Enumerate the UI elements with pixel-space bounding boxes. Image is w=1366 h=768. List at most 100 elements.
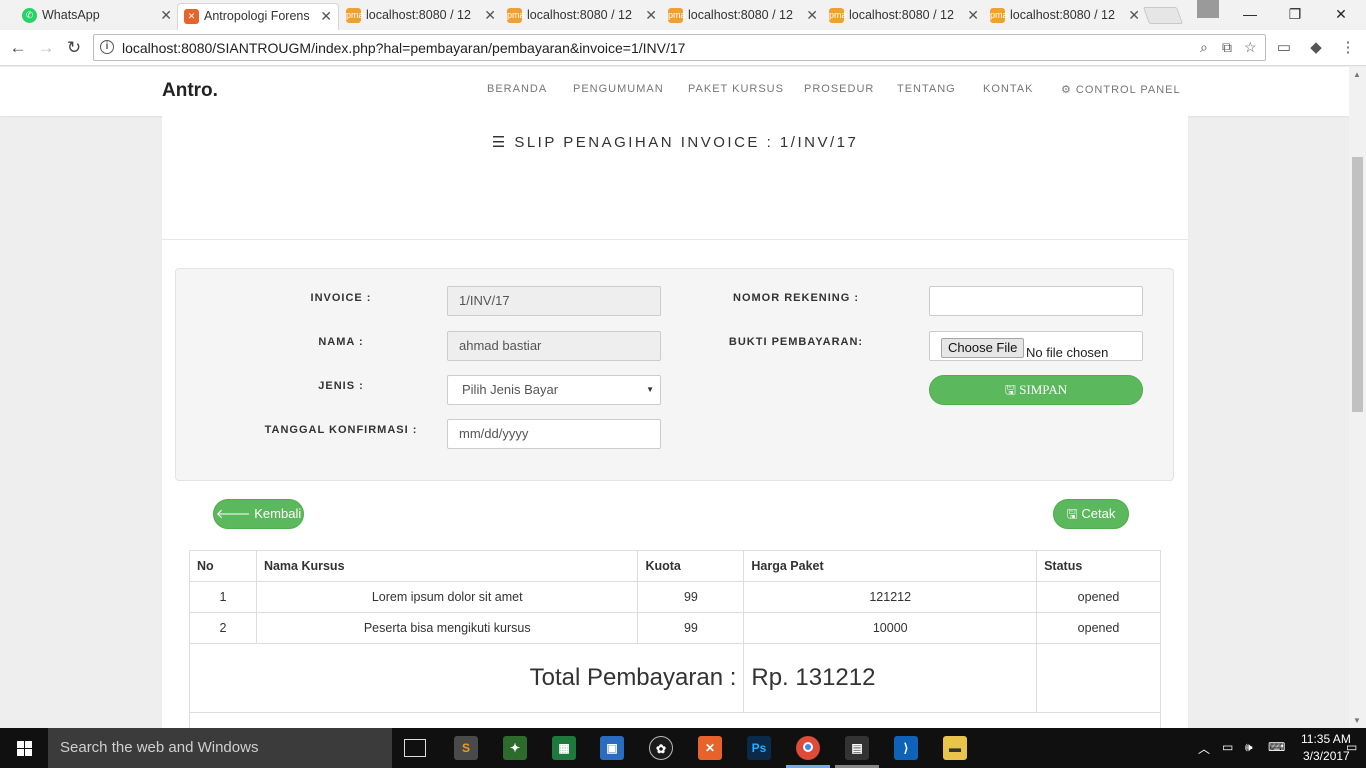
- forward-arrow-icon[interactable]: →: [35, 37, 57, 59]
- cell-harga: 10000: [743, 612, 1038, 644]
- payment-form: INVOICE : 1/INV/17 NAMA : ahmad bastiar …: [175, 268, 1174, 481]
- browser-tab-phpmyadmin[interactable]: pma localhost:8080 / 12 ✕: [340, 3, 502, 30]
- phpmyadmin-icon: pma: [346, 8, 364, 23]
- photoshop-icon[interactable]: Ps: [747, 736, 771, 760]
- nav-tentang[interactable]: TENTANG: [897, 83, 956, 95]
- divider: [162, 239, 1188, 240]
- total-empty-cell: [1036, 643, 1161, 713]
- minimize-icon[interactable]: —: [1227, 0, 1273, 28]
- scrollbar-thumb[interactable]: [1352, 157, 1363, 412]
- tab-title: localhost:8080 / 12: [688, 8, 793, 22]
- table-header-row: No Nama Kursus Kuota Harga Paket Status: [189, 550, 1161, 582]
- kembali-button[interactable]: 🡐 Kembali: [213, 499, 304, 529]
- cell-no: 1: [189, 581, 257, 613]
- cell-status: opened: [1036, 612, 1161, 644]
- cell-kuota: 99: [637, 581, 745, 613]
- profile-icon[interactable]: [1197, 0, 1219, 18]
- nav-kontak[interactable]: KONTAK: [983, 83, 1033, 95]
- sublime-text-icon[interactable]: S: [454, 736, 478, 760]
- browser-tab-phpmyadmin[interactable]: pma localhost:8080 / 12 ✕: [984, 3, 1146, 30]
- close-icon[interactable]: ✕: [320, 4, 332, 29]
- tanggal-input[interactable]: mm/dd/yyyy: [447, 419, 661, 449]
- task-view-icon[interactable]: [404, 739, 426, 757]
- nav-beranda[interactable]: BERANDA: [487, 83, 547, 95]
- scroll-down-icon[interactable]: ▼: [1353, 716, 1361, 725]
- zoom-icon[interactable]: ⌕: [1200, 39, 1208, 56]
- site-brand[interactable]: Antro.: [162, 80, 218, 102]
- clock-date[interactable]: 3/3/2017: [1303, 749, 1350, 763]
- back-arrow-icon[interactable]: ←: [7, 37, 29, 59]
- table-footer-cell: [189, 712, 1161, 728]
- bukti-file-input[interactable]: Choose File No file chosen: [929, 331, 1143, 361]
- rekening-input[interactable]: [929, 286, 1143, 316]
- page-scrollbar[interactable]: ▲ ▼: [1349, 67, 1366, 728]
- cell-kuota: 99: [637, 612, 745, 644]
- app-icon[interactable]: ✦: [503, 736, 527, 760]
- jenis-label: JENIS :: [318, 380, 364, 392]
- window-close-icon[interactable]: ✕: [1318, 0, 1364, 28]
- start-button[interactable]: [0, 728, 48, 768]
- translate-icon[interactable]: ⧉: [1222, 39, 1232, 56]
- cell-no: 2: [189, 612, 257, 644]
- notifications-icon[interactable]: ▭: [1346, 740, 1357, 754]
- reload-icon[interactable]: ↻: [63, 37, 85, 59]
- close-icon[interactable]: ✕: [484, 3, 496, 28]
- tab-title: localhost:8080 / 12: [527, 8, 632, 22]
- visual-studio-icon[interactable]: ⟩: [894, 736, 918, 760]
- whatsapp-icon: ✆: [22, 8, 37, 23]
- new-tab-button[interactable]: [1142, 7, 1184, 24]
- xampp-icon[interactable]: ✕: [698, 736, 722, 760]
- nav-prosedur[interactable]: PROSEDUR: [804, 83, 874, 95]
- info-icon[interactable]: i: [100, 40, 114, 54]
- choose-file-button[interactable]: Choose File: [941, 338, 1025, 358]
- browser-tab-whatsapp[interactable]: ✆ WhatsApp ✕: [16, 3, 178, 30]
- network-icon[interactable]: ▭: [1222, 740, 1233, 754]
- address-bar[interactable]: i localhost:8080/SIANTROUGM/index.php?ha…: [93, 34, 1266, 61]
- clock-time[interactable]: 11:35 AM: [1301, 732, 1351, 746]
- save-icon: 🖫: [1066, 506, 1082, 521]
- table-row: 2 Peserta bisa mengikuti kursus 99 10000…: [189, 612, 1161, 644]
- jenis-select-value: Pilih Jenis Bayar: [462, 382, 559, 397]
- volume-icon[interactable]: 🕪: [1245, 740, 1253, 755]
- browser-tab-antropologi[interactable]: ✕ Antropologi Forens ✕: [177, 3, 339, 30]
- cast-icon[interactable]: ▭: [1274, 38, 1294, 58]
- browser-tab-phpmyadmin[interactable]: pma localhost:8080 / 12 ✕: [662, 3, 824, 30]
- close-icon[interactable]: ✕: [806, 3, 818, 28]
- spreadsheet-icon[interactable]: ▦: [552, 736, 576, 760]
- taskbar-search[interactable]: Search the web and Windows: [48, 728, 392, 768]
- chrome-icon[interactable]: [796, 736, 820, 760]
- phpmyadmin-icon: pma: [829, 8, 847, 23]
- close-icon[interactable]: ✕: [160, 3, 172, 28]
- cell-nama-kursus: Peserta bisa mengikuti kursus: [255, 612, 639, 644]
- column-header: Nama Kursus: [255, 550, 639, 582]
- nav-pengumuman[interactable]: PENGUMUMAN: [573, 83, 664, 95]
- browser-tab-phpmyadmin[interactable]: pma localhost:8080 / 12 ✕: [501, 3, 663, 30]
- invoice-card: ☰ SLIP PENAGIHAN INVOICE : 1/INV/17 INVO…: [162, 116, 1188, 728]
- keyboard-icon[interactable]: ⌨: [1268, 740, 1285, 754]
- simpan-button[interactable]: 🖫 SIMPAN: [929, 375, 1143, 405]
- globe-app-icon[interactable]: ✿: [649, 736, 673, 760]
- column-header: Kuota: [637, 550, 745, 582]
- video-editor-icon[interactable]: ▤: [845, 736, 869, 760]
- bookmark-star-icon[interactable]: ☆: [1244, 39, 1257, 56]
- network-app-icon[interactable]: ▣: [600, 736, 624, 760]
- nav-control-panel[interactable]: ⚙ CONTROL PANEL: [1061, 83, 1181, 96]
- restore-icon[interactable]: ❐: [1272, 0, 1318, 28]
- site-navbar: Antro. BERANDA PENGUMUMAN PAKET KURSUS P…: [0, 67, 1349, 116]
- chevron-up-icon[interactable]: ︿: [1198, 740, 1210, 757]
- jenis-select[interactable]: Pilih Jenis Bayar ▼: [447, 375, 661, 405]
- tanggal-label: TANGGAL KONFIRMASI :: [264, 424, 418, 436]
- invoice-field[interactable]: 1/INV/17: [447, 286, 661, 316]
- total-value: Rp. 131212: [743, 643, 1038, 713]
- close-icon[interactable]: ✕: [645, 3, 657, 28]
- file-explorer-icon[interactable]: ▬: [943, 736, 967, 760]
- cetak-button[interactable]: 🖫 Cetak: [1053, 499, 1129, 529]
- menu-icon[interactable]: ⋮: [1338, 38, 1358, 58]
- scroll-up-icon[interactable]: ▲: [1353, 70, 1361, 79]
- nama-field[interactable]: ahmad bastiar: [447, 331, 661, 361]
- extension-icon[interactable]: ◆: [1306, 38, 1326, 58]
- close-icon[interactable]: ✕: [1128, 3, 1140, 28]
- browser-tab-phpmyadmin[interactable]: pma localhost:8080 / 12 ✕: [823, 3, 985, 30]
- close-icon[interactable]: ✕: [967, 3, 979, 28]
- nav-paket-kursus[interactable]: PAKET KURSUS: [688, 83, 784, 95]
